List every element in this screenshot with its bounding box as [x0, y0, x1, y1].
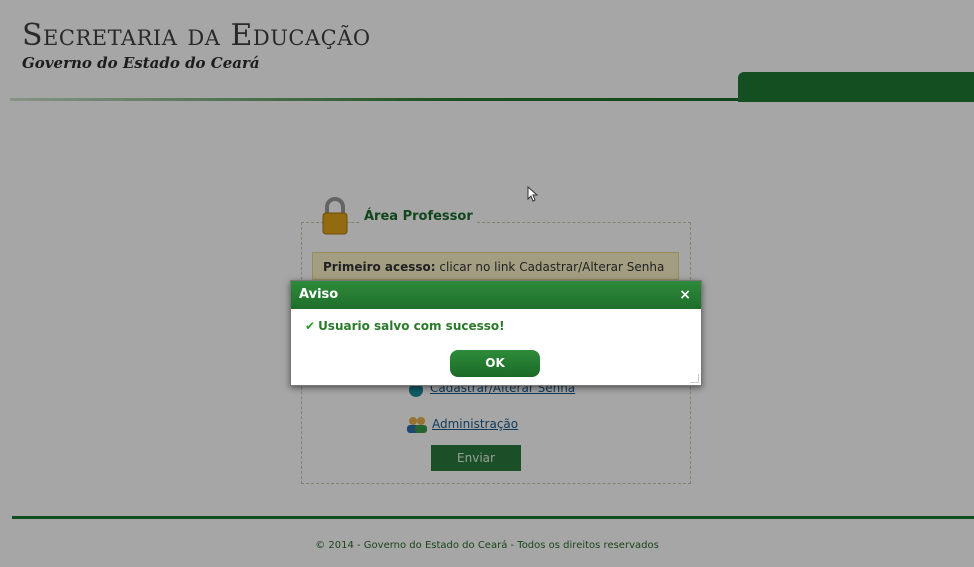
check-icon: ✔: [305, 319, 316, 333]
dialog-title: Aviso: [299, 287, 339, 302]
dialog-titlebar: Aviso ×: [291, 281, 701, 309]
ok-button[interactable]: OK: [450, 350, 540, 377]
mouse-cursor-icon: [527, 186, 539, 202]
resize-handle[interactable]: [690, 374, 699, 383]
close-icon[interactable]: ×: [679, 281, 691, 309]
dialog-message: Usuario salvo com sucesso!: [318, 319, 505, 333]
alert-dialog: Aviso × ✔ Usuario salvo com sucesso! OK: [290, 280, 702, 386]
dialog-message-row: ✔ Usuario salvo com sucesso!: [305, 319, 505, 333]
